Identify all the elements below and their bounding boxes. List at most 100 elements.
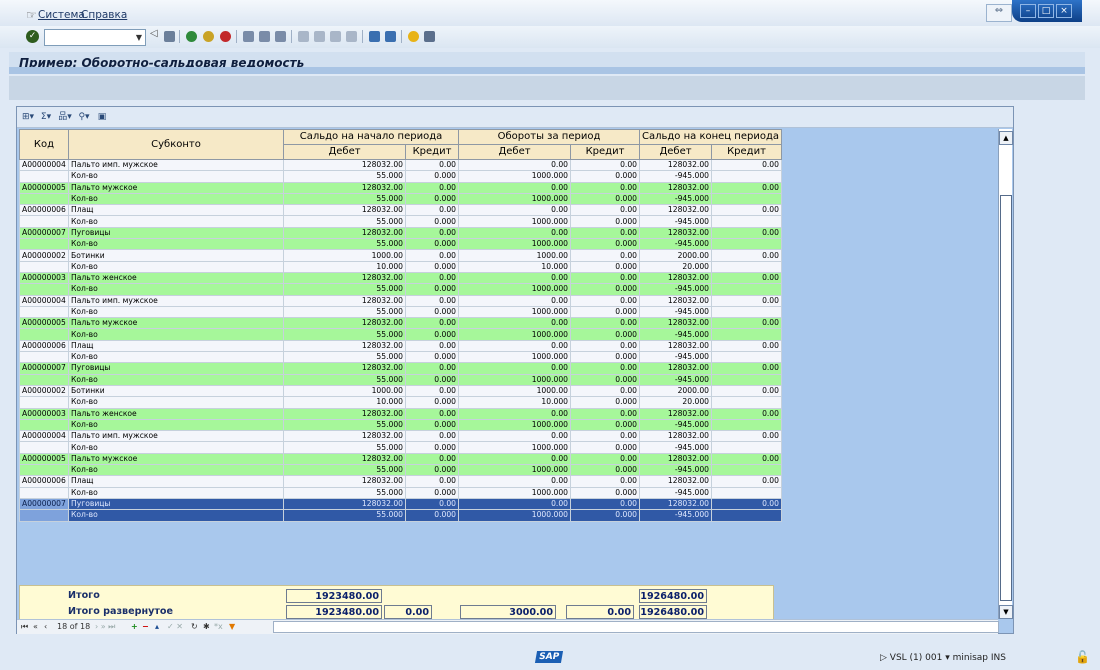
table-row[interactable]: Кол-во 55.000 0.000 1000.000 0.000 -945.000	[19, 351, 782, 364]
customize-layout-icon[interactable]	[424, 31, 435, 42]
previous-row-icon[interactable]: ‹	[44, 622, 47, 631]
previous-page-icon[interactable]	[314, 31, 325, 42]
cell-closing-debit: -945.000	[639, 192, 712, 206]
first-row-icon[interactable]: ⏮	[21, 622, 28, 632]
header-credit[interactable]: Кредит	[570, 144, 640, 160]
close-icon[interactable]: ×	[1056, 4, 1072, 18]
header-subconto[interactable]: Субконто	[68, 129, 284, 160]
new-session-icon[interactable]	[369, 31, 380, 42]
search-icon[interactable]: ⚲▾	[77, 111, 91, 123]
layout-menu-icon[interactable]: ⇔	[986, 4, 1012, 22]
command-dropdown-icon[interactable]: ▼	[133, 30, 145, 45]
hierarchy-icon[interactable]: 品▾	[58, 111, 72, 123]
sum-icon[interactable]: Σ▾	[39, 111, 53, 123]
table-row[interactable]: A00000002 Ботинки 1000.00 0.00 1000.00 0.00 20…	[19, 249, 782, 262]
cancel-icon[interactable]	[220, 31, 231, 42]
vertical-scrollbar[interactable]: ▲ ▼	[998, 129, 1013, 619]
table-row[interactable]: A00000002 Ботинки 1000.00 0.00 1000.00 0.00 20…	[19, 384, 782, 398]
system-dropdown-icon[interactable]: ▾	[945, 653, 950, 663]
expand-icon[interactable]: ⊞▾	[21, 111, 35, 123]
cell-code	[19, 283, 69, 296]
table-row[interactable]: A00000003 Пальто женское 128032.00 0.00 0.00…	[19, 407, 782, 420]
table-row[interactable]: A00000006 Плащ 128032.00 0.00 0.00 0.00 128032…	[19, 339, 782, 353]
table-row[interactable]: A00000007 Пуговицы 128032.00 0.00 0.00 0.00 12…	[19, 497, 782, 511]
previous-page-icon[interactable]: «	[33, 622, 38, 631]
table-row[interactable]: A00000007 Пуговицы 128032.00 0.00 0.00 0.00 12…	[19, 362, 782, 375]
table-row[interactable]: Кол-во 55.000 0.000 1000.000 0.000 -945.000	[19, 170, 782, 183]
cell-closing-debit: 128032.00	[639, 317, 712, 330]
menu-item-help[interactable]: Справка	[81, 9, 127, 21]
minimize-icon[interactable]: –	[1020, 4, 1036, 18]
table-row[interactable]: Кол-во 55.000 0.000 1000.000 0.000 -945.000	[19, 192, 782, 206]
status-arrow-icon[interactable]: ▷	[880, 653, 887, 663]
select-all-icon[interactable]: ✱	[203, 622, 210, 631]
header-debit[interactable]: Дебет	[639, 144, 712, 160]
back-icon[interactable]	[186, 31, 197, 42]
table-row[interactable]: Кол-во 55.000 0.000 1000.000 0.000 -945.000	[19, 486, 782, 499]
scroll-down-icon[interactable]: ▼	[999, 605, 1013, 619]
command-field[interactable]: ▼	[44, 29, 146, 46]
table-row[interactable]: Кол-во 55.000 0.000 1000.000 0.000 -945.000	[19, 418, 782, 432]
cell-opening-debit: 55.000	[283, 441, 406, 454]
menu-item-system[interactable]: Система	[38, 9, 85, 21]
table-row[interactable]: A00000005 Пальто мужское 128032.00 0.00 0.00…	[19, 181, 782, 194]
header-debit[interactable]: Дебет	[283, 144, 406, 160]
print-icon[interactable]	[243, 31, 254, 42]
table-row[interactable]: Кол-во 55.000 0.000 1000.000 0.000 -945.000	[19, 215, 782, 228]
table-row[interactable]: A00000004 Пальто имп. мужское 128032.00 0.0…	[19, 430, 782, 443]
header-credit[interactable]: Кредит	[405, 144, 459, 160]
horizontal-scrollbar[interactable]	[273, 621, 999, 633]
table-row[interactable]: Кол-во 10.000 0.000 10.000 0.000 20.000	[19, 396, 782, 409]
shortcut-icon[interactable]	[385, 31, 396, 42]
input-mode[interactable]: INS	[991, 653, 1006, 663]
maximize-icon[interactable]: □	[1038, 4, 1054, 18]
export-icon[interactable]: ▣	[95, 111, 109, 123]
table-row[interactable]: Кол-во 55.000 0.000 1000.000 0.000 -945.000	[19, 441, 782, 454]
scroll-up-icon[interactable]: ▲	[999, 131, 1013, 145]
header-debit[interactable]: Дебет	[458, 144, 571, 160]
insert-row-icon[interactable]: +	[131, 622, 138, 631]
cell-turnover-debit: 0.00	[458, 271, 571, 285]
last-page-icon[interactable]	[346, 31, 357, 42]
table-row[interactable]: A00000005 Пальто мужское 128032.00 0.00 0.00…	[19, 452, 782, 466]
header-credit[interactable]: Кредит	[711, 144, 782, 160]
delete-row-icon[interactable]: −	[142, 622, 149, 631]
table-row[interactable]: Кол-во 55.000 0.000 1000.000 0.000 -945.000	[19, 509, 782, 522]
first-page-icon[interactable]	[298, 31, 309, 42]
move-up-icon[interactable]: ▴	[155, 622, 159, 631]
next-page-icon[interactable]	[330, 31, 341, 42]
system-id[interactable]: VSL (1) 001	[890, 653, 943, 663]
table-row[interactable]: A00000006 Плащ 128032.00 0.00 0.00 0.00 128032…	[19, 204, 782, 217]
table-row[interactable]: Кол-во 10.000 0.000 10.000 0.000 20.000	[19, 260, 782, 273]
next-row-icon[interactable]: › » ⏭	[95, 622, 115, 632]
scroll-thumb[interactable]	[1000, 195, 1012, 601]
table-row[interactable]: Кол-во 55.000 0.000 1000.000 0.000 -945.000	[19, 305, 782, 319]
table-row[interactable]: Кол-во 55.000 0.000 1000.000 0.000 -945.000	[19, 328, 782, 341]
table-row[interactable]: A00000006 Плащ 128032.00 0.00 0.00 0.00 128032…	[19, 475, 782, 488]
table-row[interactable]: Кол-во 55.000 0.000 1000.000 0.000 -945.000	[19, 464, 782, 477]
enter-icon[interactable]: ✓	[26, 30, 39, 43]
filter-icon[interactable]: ▼	[229, 622, 235, 631]
find-icon[interactable]	[259, 31, 270, 42]
save-icon[interactable]	[164, 31, 175, 42]
table-row[interactable]: Кол-во 55.000 0.000 1000.000 0.000 -945.000	[19, 283, 782, 296]
refresh-icon[interactable]: ↻	[191, 622, 198, 631]
back-arrow-icon[interactable]: ◁	[150, 28, 161, 39]
table-row[interactable]: Кол-во 55.000 0.000 1000.000 0.000 -945.000	[19, 373, 782, 386]
deselect-icon[interactable]: *x	[214, 622, 223, 631]
header-code[interactable]: Код	[19, 129, 69, 160]
menu-icon[interactable]: ☞	[26, 8, 37, 22]
table-row[interactable]: A00000005 Пальто мужское 128032.00 0.00 0.00…	[19, 317, 782, 330]
check-icon[interactable]: ✓ ✕	[167, 622, 183, 631]
cell-code: A00000007	[19, 362, 69, 375]
lock-icon[interactable]: 🔓	[1075, 650, 1090, 664]
table-row[interactable]: A00000007 Пуговицы 128032.00 0.00 0.00 0.00 12…	[19, 226, 782, 240]
table-row[interactable]: A00000004 Пальто имп. мужское 128032.00 0.0…	[19, 158, 782, 172]
table-row[interactable]: A00000003 Пальто женское 128032.00 0.00 0.00…	[19, 271, 782, 285]
table-row[interactable]: Кол-во 55.000 0.000 1000.000 0.000 -945.000	[19, 238, 782, 251]
help-icon[interactable]	[408, 31, 419, 42]
exit-icon[interactable]	[203, 31, 214, 42]
find-next-icon[interactable]	[275, 31, 286, 42]
table-row[interactable]: A00000004 Пальто имп. мужское 128032.00 0.0…	[19, 294, 782, 307]
cell-closing-credit: 0.00	[711, 249, 782, 262]
